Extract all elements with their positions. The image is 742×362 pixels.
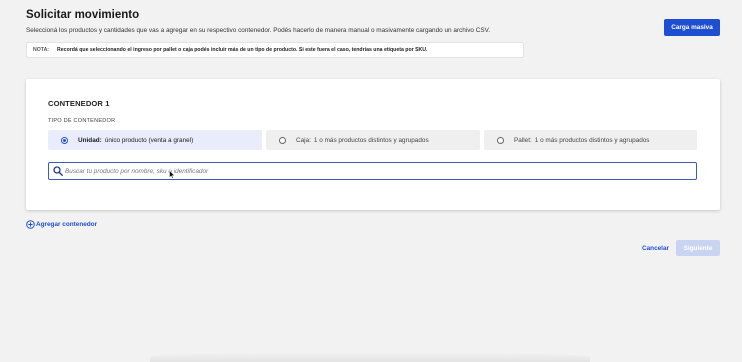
next-button[interactable]: Siguiente [676,240,720,256]
mouse-cursor-icon [169,170,175,179]
container-card: CONTENEDOR 1 TIPO DE CONTENEDOR Unidad: … [26,79,720,210]
container-option-unidad[interactable]: Unidad: único producto (venta a granel) [48,130,262,150]
search-icon [53,166,63,176]
plus-circle-icon [26,220,35,229]
note-banner: NOTA: Recordá que seleccionando el ingre… [26,42,524,58]
option-name: Pallet: [514,136,532,144]
note-text: Recordá que seleccionando el ingreso por… [57,47,428,53]
option-description: 1 o más productos distintos y agrupados [313,136,429,144]
product-search-input[interactable] [65,164,696,178]
option-name: Caja: [296,136,311,144]
page-subtitle: Seleccioná los productos y cantidades qu… [26,27,491,34]
container-type-label: TIPO DE CONTENEDOR [48,118,116,124]
container-option-caja[interactable]: Caja: 1 o más productos distintos y agru… [266,130,480,150]
cancel-button[interactable]: Cancelar [636,240,675,256]
add-container-link[interactable]: Agregar contenedor [26,220,97,229]
container-option-pallet[interactable]: Pallet: 1 o más productos distintos y ag… [484,130,697,150]
radio-icon[interactable] [497,136,504,144]
option-name: Unidad: [78,136,102,144]
radio-selected-icon[interactable] [61,136,68,144]
option-description: 1 o más productos distintos y agrupados [534,136,650,144]
product-search-box[interactable] [48,162,697,180]
container-title: CONTENEDOR 1 [48,99,110,108]
option-description: único producto (venta a granel) [104,136,194,144]
bulk-upload-button[interactable]: Carga masiva [664,19,720,36]
bottom-shadow [150,352,590,362]
radio-icon[interactable] [279,136,286,144]
add-container-label: Agregar contenedor [36,221,98,228]
page-title: Solicitar movimiento [26,9,140,21]
note-tag: NOTA: [33,47,50,53]
